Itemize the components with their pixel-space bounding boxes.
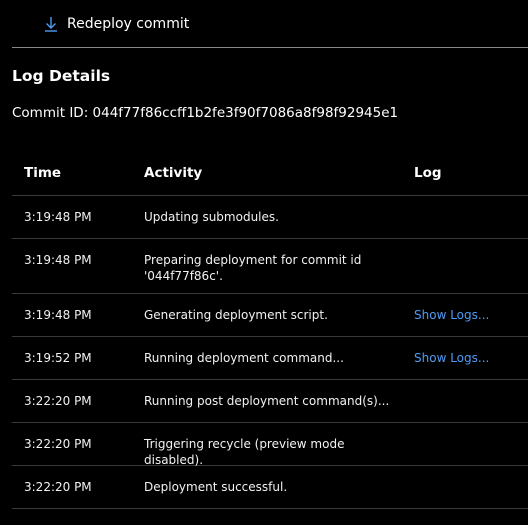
row-time: 3:22:20 PM bbox=[24, 394, 92, 408]
row-activity: Running deployment command... bbox=[144, 351, 344, 365]
row-activity: Triggering recycle (preview mode disable… bbox=[144, 437, 345, 467]
commit-id: Commit ID: 044f77f86ccff1b2fe3f90f7086a8… bbox=[12, 105, 399, 121]
row-activity: Generating deployment script. bbox=[144, 308, 328, 322]
row-time: 3:19:48 PM bbox=[24, 253, 92, 267]
table-row: 3:19:48 PM Generating deployment script.… bbox=[12, 294, 528, 337]
table-row: 3:22:20 PM Running post deployment comma… bbox=[12, 380, 528, 423]
toolbar: Redeploy commit bbox=[12, 0, 528, 48]
row-time: 3:22:20 PM bbox=[24, 480, 92, 494]
row-time: 3:22:20 PM bbox=[24, 437, 92, 451]
table-row: 3:22:20 PM Triggering recycle (preview m… bbox=[12, 423, 528, 467]
redeploy-commit-button[interactable]: Redeploy commit bbox=[44, 15, 189, 33]
table-row: 3:19:48 PM Preparing deployment for comm… bbox=[12, 239, 528, 294]
download-arrow-icon bbox=[44, 16, 58, 32]
show-logs-link[interactable]: Show Logs... bbox=[414, 350, 489, 366]
column-header-activity: Activity bbox=[144, 165, 203, 181]
row-time: 3:19:52 PM bbox=[24, 351, 92, 365]
row-activity: Preparing deployment for commit id '044f… bbox=[144, 253, 362, 283]
row-activity: Deployment successful. bbox=[144, 480, 288, 494]
table-row: 3:19:52 PM Running deployment command...… bbox=[12, 337, 528, 380]
row-time: 3:19:48 PM bbox=[24, 308, 92, 322]
row-activity: Running post deployment command(s)... bbox=[144, 394, 390, 408]
column-header-time: Time bbox=[24, 165, 62, 181]
redeploy-commit-label: Redeploy commit bbox=[67, 16, 190, 32]
table-row: 3:22:20 PM Deployment successful. bbox=[12, 466, 528, 509]
log-details-title: Log Details bbox=[12, 67, 111, 85]
log-table: Time Activity Log 3:19:48 PM Updating su… bbox=[12, 153, 528, 509]
table-row: 3:19:48 PM Updating submodules. bbox=[12, 196, 528, 239]
column-header-log: Log bbox=[414, 165, 442, 181]
table-header: Time Activity Log bbox=[12, 153, 528, 196]
show-logs-link[interactable]: Show Logs... bbox=[414, 307, 489, 323]
row-activity: Updating submodules. bbox=[144, 210, 279, 224]
row-time: 3:19:48 PM bbox=[24, 210, 92, 224]
